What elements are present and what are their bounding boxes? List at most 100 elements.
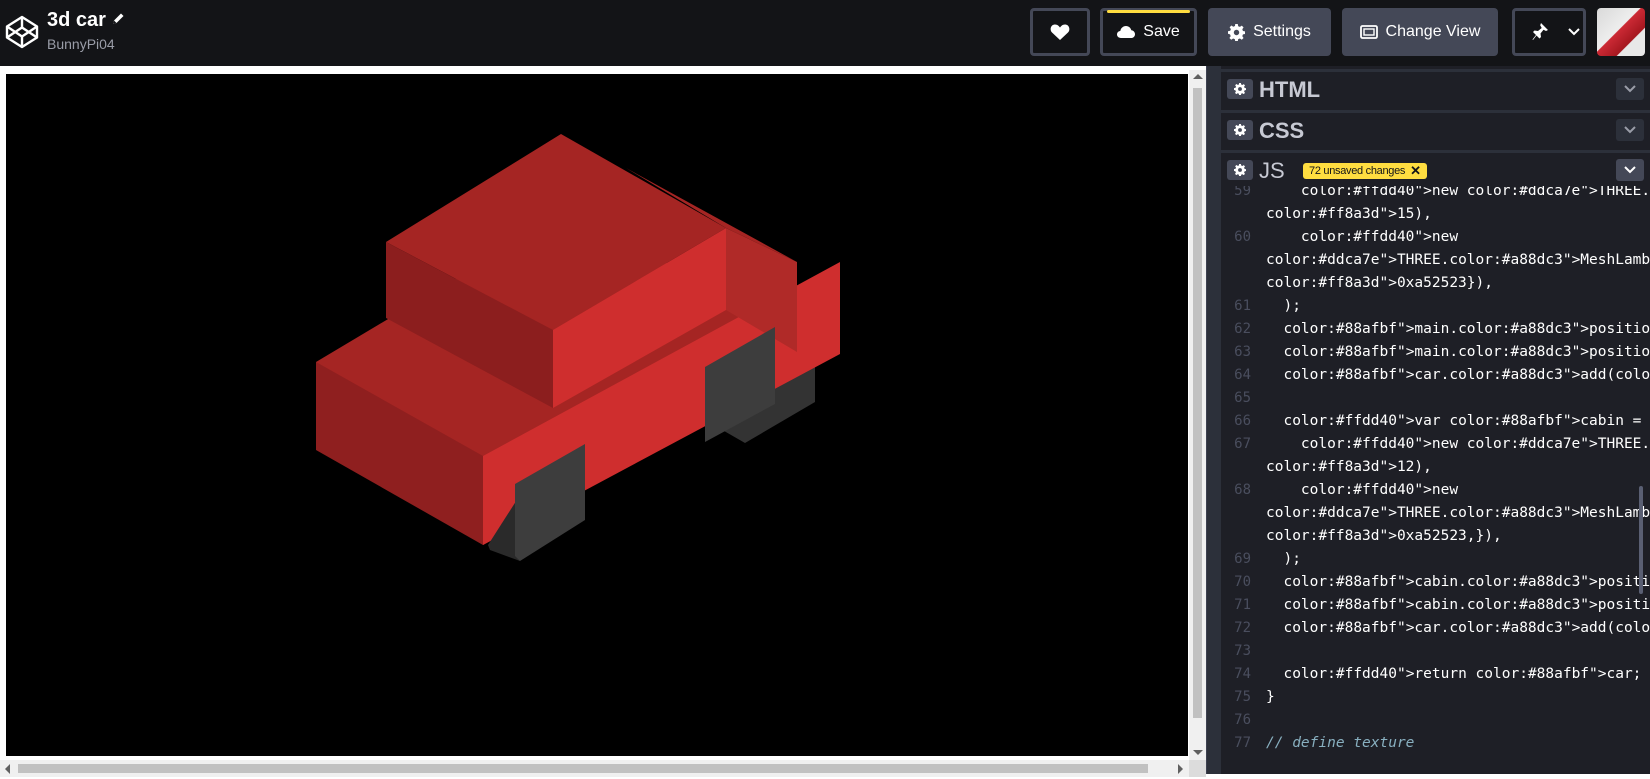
html-panel-header[interactable]: HTML (1221, 69, 1650, 107)
code-line[interactable]: 62 color:#88afbf">main.color:#a88dc3">po… (1221, 317, 1650, 341)
code-line[interactable]: 66 color:#ffdd40">var color:#88afbf">cab… (1221, 409, 1641, 433)
code-line[interactable]: 65 (1221, 386, 1641, 410)
code-text: ); (1266, 298, 1301, 314)
code-text: color:#88afbf">cabin.color:#a88dc3">posi… (1283, 597, 1650, 613)
code-text: color:#88afbf">main.color:#a88dc3">posit… (1283, 344, 1650, 360)
code-line[interactable]: color:#ff8a3d">15), (1221, 202, 1641, 226)
chevron-down-icon (1624, 166, 1636, 174)
code-line[interactable]: 74 color:#ffdd40">return color:#88afbf">… (1221, 662, 1641, 686)
code-line[interactable]: 77 // define texture (1221, 731, 1641, 755)
editor-header: 3d car BunnyPi04 Save Settings Change Vi… (0, 0, 1650, 66)
line-number: 70 (1234, 574, 1251, 590)
code-text: // define texture (1266, 735, 1415, 751)
user-avatar[interactable] (1597, 8, 1645, 56)
html-settings-button[interactable] (1227, 79, 1253, 99)
code-line[interactable]: 63 color:#88afbf">main.color:#a88dc3">po… (1221, 340, 1650, 364)
code-line[interactable]: 76 (1221, 708, 1641, 732)
line-number: 67 (1234, 436, 1251, 452)
code-text: color:#ffdd40">new color:#ddca7e">THREE.… (1300, 186, 1650, 199)
change-view-button[interactable]: Change View (1342, 8, 1498, 56)
like-button[interactable] (1030, 8, 1090, 56)
code-line[interactable]: color:#ddca7e">THREE.color:#a88dc3">Mesh… (1221, 501, 1650, 525)
pin-button[interactable] (1512, 8, 1567, 56)
code-line[interactable]: color:#ff8a3d">12), (1221, 455, 1641, 479)
code-text: color:#88afbf">car.color:#a88dc3">add(co… (1283, 620, 1650, 636)
css-panel-header[interactable]: CSS (1221, 110, 1650, 148)
code-text: color:#ffdd40">new (1300, 229, 1459, 245)
line-number: 76 (1234, 712, 1251, 728)
save-button[interactable]: Save (1100, 8, 1197, 56)
code-line[interactable]: 64 color:#88afbf">car.color:#a88dc3">add… (1221, 363, 1650, 387)
preview-horizontal-scrollbar[interactable] (0, 760, 1189, 777)
code-line[interactable]: 75} (1221, 685, 1641, 709)
code-line[interactable]: 59 color:#ffdd40">new color:#ddca7e">THR… (1221, 186, 1650, 203)
code-text: color:#ffdd40">new color:#ddca7e">THREE.… (1300, 436, 1650, 452)
js-collapse-button[interactable] (1616, 159, 1644, 181)
js-code-editor[interactable]: 59 color:#ffdd40">new color:#ddca7e">THR… (1221, 186, 1650, 779)
line-number: 73 (1234, 643, 1251, 659)
code-line[interactable]: 61 ); (1221, 294, 1641, 318)
code-scrollbar-thumb[interactable] (1639, 486, 1643, 594)
pencil-icon[interactable] (110, 11, 126, 27)
code-text: color:#ddca7e">THREE.color:#a88dc3">Mesh… (1266, 252, 1650, 268)
html-panel-title: HTML (1259, 77, 1321, 102)
settings-label: Settings (1253, 23, 1311, 40)
line-number: 72 (1234, 620, 1251, 636)
code-line[interactable]: 73 (1221, 639, 1641, 663)
settings-button[interactable]: Settings (1208, 8, 1331, 56)
pin-icon (1532, 23, 1548, 40)
close-icon[interactable]: ✕ (1410, 164, 1421, 177)
js-panel-title: JS (1259, 158, 1285, 183)
line-number: 77 (1234, 735, 1251, 751)
code-line[interactable]: 70 color:#88afbf">cabin.color:#a88dc3">p… (1221, 570, 1650, 594)
preview-vertical-scrollbar[interactable] (1189, 70, 1206, 760)
code-line[interactable]: 71 color:#88afbf">cabin.color:#a88dc3">p… (1221, 593, 1650, 617)
code-text: color:#ff8a3d">12), (1266, 459, 1432, 475)
code-line[interactable]: 60 color:#ffdd40">new (1221, 225, 1641, 249)
code-text: color:#88afbf">main.color:#a88dc3">posit… (1283, 321, 1650, 337)
unsaved-changes-badge[interactable]: 72 unsaved changes ✕ (1303, 163, 1427, 179)
change-view-icon (1359, 25, 1378, 39)
three-canvas[interactable] (6, 74, 1188, 756)
line-number: 74 (1234, 666, 1251, 682)
car-model (316, 134, 840, 561)
code-line[interactable]: color:#ff8a3d">0xa52523,}), (1221, 524, 1641, 548)
codepen-logo-icon[interactable] (4, 14, 40, 50)
css-settings-button[interactable] (1227, 120, 1253, 140)
unsaved-changes-text: 72 unsaved changes (1309, 165, 1406, 177)
horizontal-scroll-thumb[interactable] (18, 764, 1148, 773)
code-line[interactable]: color:#ddca7e">THREE.color:#a88dc3">Mesh… (1221, 248, 1650, 272)
line-number: 75 (1234, 689, 1251, 705)
line-number: 65 (1234, 390, 1251, 406)
chevron-down-icon (1624, 126, 1636, 134)
line-number: 60 (1234, 229, 1251, 245)
line-number: 61 (1234, 298, 1251, 314)
code-line[interactable]: color:#ff8a3d">0xa52523}), (1221, 271, 1641, 295)
css-collapse-button[interactable] (1616, 119, 1644, 141)
js-panel-header[interactable]: JS 72 unsaved changes ✕ (1221, 150, 1650, 188)
heart-icon (1050, 24, 1070, 40)
gear-icon (1234, 83, 1246, 95)
code-line[interactable]: 68 color:#ffdd40">new (1221, 478, 1641, 502)
line-number: 64 (1234, 367, 1251, 383)
js-settings-button[interactable] (1227, 160, 1253, 180)
chevron-down-icon (1624, 85, 1636, 93)
vertical-scroll-thumb[interactable] (1193, 88, 1202, 718)
line-number: 62 (1234, 321, 1251, 337)
bottom-strip (1206, 774, 1650, 779)
cloud-icon (1117, 26, 1136, 38)
code-line[interactable]: 69 ); (1221, 547, 1641, 571)
resize-divider[interactable] (1206, 66, 1221, 779)
scroll-corner (1189, 760, 1206, 777)
code-text: color:#ffdd40">return color:#88afbf">car… (1283, 666, 1642, 682)
html-collapse-button[interactable] (1616, 78, 1644, 100)
save-label: Save (1143, 23, 1180, 40)
pin-dropdown-button[interactable] (1564, 8, 1586, 56)
code-text: color:#ff8a3d">0xa52523}), (1266, 275, 1493, 291)
pen-author[interactable]: BunnyPi04 (47, 36, 126, 52)
code-line[interactable]: 72 color:#88afbf">car.color:#a88dc3">add… (1221, 616, 1650, 640)
code-text: } (1266, 689, 1275, 705)
line-number: 66 (1234, 413, 1251, 429)
pen-title[interactable]: 3d car (47, 8, 106, 32)
code-line[interactable]: 67 color:#ffdd40">new color:#ddca7e">THR… (1221, 432, 1650, 456)
